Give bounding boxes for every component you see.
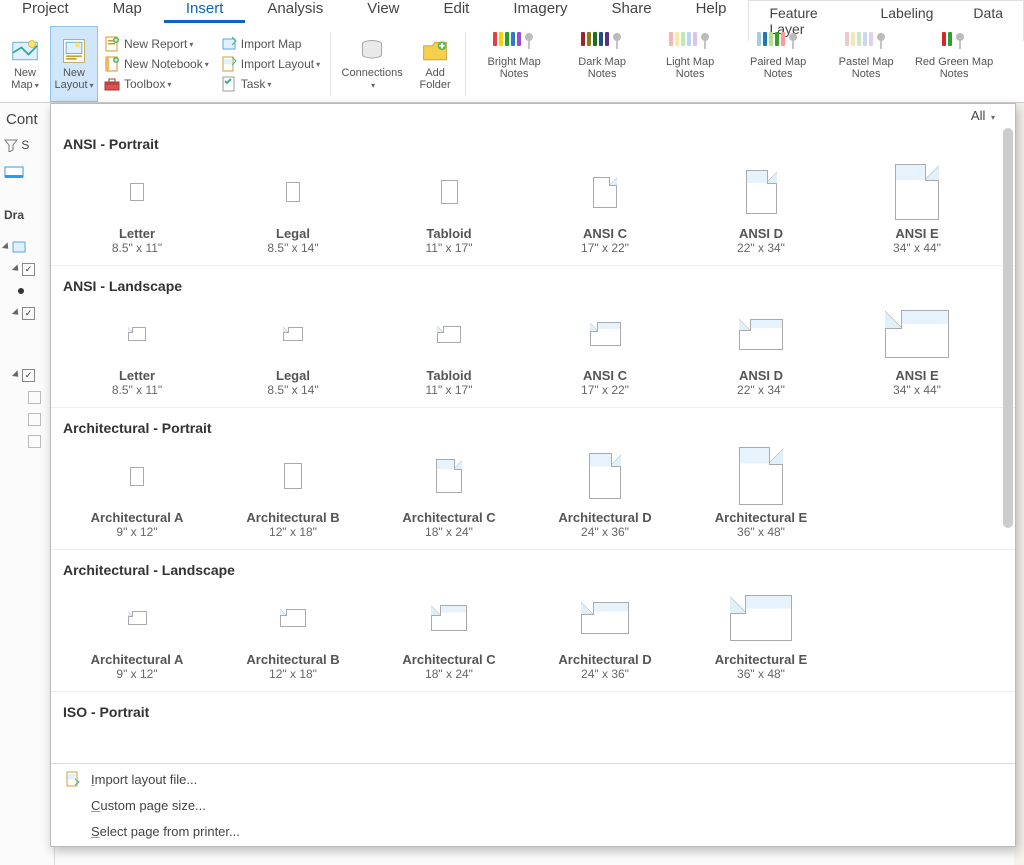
task-button[interactable]: Task ▾ [221,76,320,92]
list-by-drawing-icon[interactable] [4,165,28,181]
layout-option-ansi-e[interactable]: ANSI E34" x 44" [839,306,995,397]
layout-option-tabloid[interactable]: Tabloid11" x 17" [371,164,527,255]
layout-option-architectural-b[interactable]: Architectural B12" x 18" [215,448,371,539]
layer-checkbox[interactable]: ✓ [22,369,35,382]
gallery-section-title: ANSI - Landscape [51,265,1015,302]
import-layout-file-item[interactable]: Import layout file... [51,766,1015,792]
import-layout-button[interactable]: Import Layout ▾ [221,56,320,72]
import-map-button[interactable]: Import Map [221,36,320,52]
pushpin-icon [787,32,799,50]
layer-checkbox[interactable] [28,413,41,426]
new-map-button[interactable]: New Map▾ [0,26,50,102]
new-notebook-button[interactable]: New Notebook ▾ [104,56,209,72]
layout-option-architectural-e[interactable]: Architectural E36" x 48" [683,590,839,681]
gallery-scrollbar[interactable] [1003,128,1013,528]
layout-option-architectural-d[interactable]: Architectural D24" x 36" [527,590,683,681]
add-folder-icon [421,37,449,65]
layout-option-ansi-c[interactable]: ANSI C17" x 22" [527,164,683,255]
map-icon [11,37,39,65]
pushpin-icon [699,32,711,50]
select-page-from-printer-item[interactable]: Select page from printer... [51,818,1015,844]
bright-map-notes-button[interactable]: Bright Map Notes [470,32,558,80]
layout-option-architectural-d[interactable]: Architectural D24" x 36" [527,448,683,539]
layout-option-architectural-a[interactable]: Architectural A9" x 12" [59,590,215,681]
contents-title: Cont [0,109,54,134]
layout-option-architectural-c[interactable]: Architectural C18" x 24" [371,590,527,681]
layer-checkbox[interactable] [28,391,41,404]
layout-option-legal[interactable]: Legal8.5" x 14" [215,164,371,255]
layer-checkbox[interactable] [28,435,41,448]
menu-share[interactable]: Share [590,0,674,20]
custom-page-size-item[interactable]: Custom page size... [51,792,1015,818]
file-column: New Report ▾ New Notebook ▾ Toolbox ▾ [98,26,215,102]
filter-icon[interactable] [4,138,18,152]
light-map-notes-button[interactable]: Light Map Notes [646,32,734,80]
contents-pane: Cont S Dra ✓ ✓ ✓ [0,103,55,865]
drawing-order-label: Dra [0,204,54,226]
toolbox-button[interactable]: Toolbox ▾ [104,76,209,92]
import-layout-file-icon [65,771,81,787]
layout-option-tabloid[interactable]: Tabloid11" x 17" [371,306,527,397]
menu-help[interactable]: Help [674,0,749,20]
gallery-filter[interactable]: All ▾ [971,108,995,123]
gallery-footer: Import layout file...Custom page size...… [51,763,1015,846]
report-icon [104,36,120,52]
layout-option-letter[interactable]: Letter8.5" x 11" [59,164,215,255]
new-layout-gallery: All ▾ ANSI - Portrait Letter8.5" x 11"Leg… [50,103,1016,847]
ribbon: New Map▾ New Layout▾ New Report ▾ New Not… [0,26,1024,103]
layout-option-ansi-c[interactable]: ANSI C17" x 22" [527,306,683,397]
pushpin-icon [523,32,535,50]
layout-option-ansi-d[interactable]: ANSI D22" x 34" [683,306,839,397]
map-notes-group: Bright Map NotesDark Map NotesLight Map … [470,26,998,102]
dark-map-notes-button[interactable]: Dark Map Notes [558,32,646,80]
menu-edit[interactable]: Edit [422,0,492,20]
import-map-icon [221,36,237,52]
menu-view[interactable]: View [345,0,421,20]
new-layout-button[interactable]: New Layout▾ [50,26,98,102]
layout-option-architectural-c[interactable]: Architectural C18" x 24" [371,448,527,539]
import-layout-icon [221,56,237,72]
gallery-section-title: ANSI - Portrait [51,126,1015,160]
pushpin-icon [875,32,887,50]
toolbox-icon [104,76,120,92]
gallery-section-title: Architectural - Landscape [51,549,1015,586]
menu-project[interactable]: Project [0,0,91,20]
connections-button[interactable]: Connections▾ [335,26,409,102]
layout-option-architectural-b[interactable]: Architectural B12" x 18" [215,590,371,681]
layout-icon [60,37,88,65]
layout-option-architectural-e[interactable]: Architectural E36" x 48" [683,448,839,539]
connections-icon [358,37,386,65]
menu-analysis[interactable]: Analysis [245,0,345,20]
add-folder-button[interactable]: Add Folder [409,26,461,102]
layout-option-letter[interactable]: Letter8.5" x 11" [59,306,215,397]
point-symbol [18,288,24,294]
layer-checkbox[interactable]: ✓ [22,263,35,276]
pushpin-icon [954,32,966,50]
map-frame-icon [12,240,26,254]
pastel-map-notes-button[interactable]: Pastel Map Notes [822,32,910,80]
gallery-section-title: Architectural - Portrait [51,407,1015,444]
layout-option-ansi-e[interactable]: ANSI E34" x 44" [839,164,995,255]
import-column: Import Map Import Layout ▾ Task ▾ [215,26,326,102]
menu-bar: ProjectMapInsertAnalysisViewEditImageryS… [0,0,1024,26]
layout-option-architectural-a[interactable]: Architectural A9" x 12" [59,448,215,539]
menu-map[interactable]: Map [91,0,164,20]
layout-option-ansi-d[interactable]: ANSI D22" x 34" [683,164,839,255]
layout-option-legal[interactable]: Legal8.5" x 14" [215,306,371,397]
layer-checkbox[interactable]: ✓ [22,307,35,320]
new-report-button[interactable]: New Report ▾ [104,36,209,52]
red-green-map-notes-button[interactable]: Red Green Map Notes [910,32,998,80]
menu-imagery[interactable]: Imagery [491,0,589,20]
gallery-section-title: ISO - Portrait [51,691,1015,728]
menu-insert[interactable]: Insert [164,0,246,23]
task-icon [221,76,237,92]
pushpin-icon [611,32,623,50]
paired-map-notes-button[interactable]: Paired Map Notes [734,32,822,80]
notebook-icon [104,56,120,72]
